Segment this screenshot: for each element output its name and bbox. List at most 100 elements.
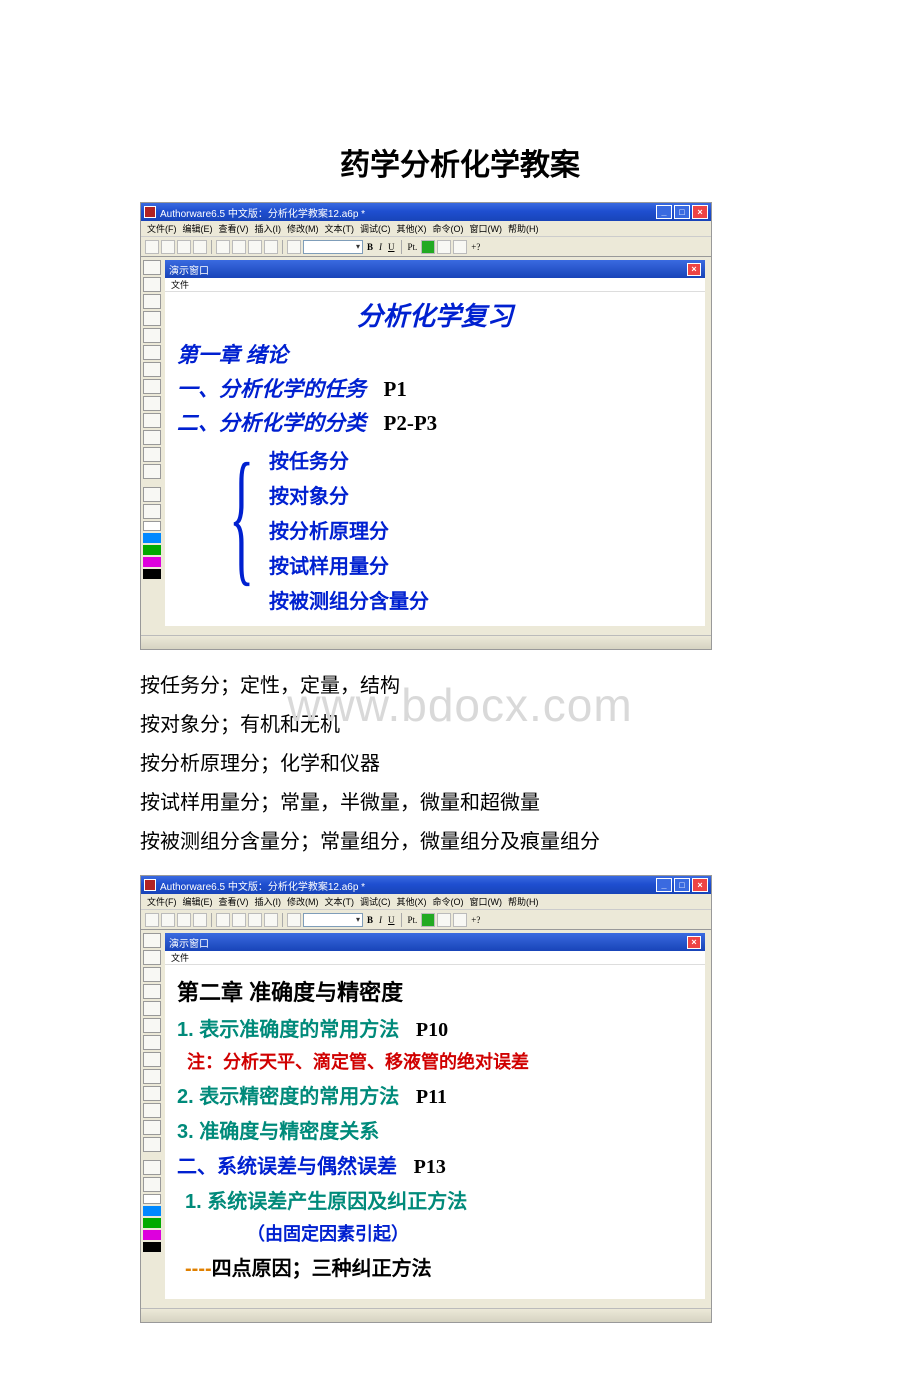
- tb-help-label[interactable]: +?: [471, 242, 480, 252]
- menu-debug[interactable]: 调试(C): [360, 222, 391, 235]
- palette-wait-icon[interactable]: [143, 984, 161, 999]
- palette-calc-icon[interactable]: [143, 1069, 161, 1084]
- tb-play-icon[interactable]: [421, 240, 435, 254]
- palette-sound-icon[interactable]: [143, 447, 161, 462]
- menu-other[interactable]: 其他(X): [397, 895, 427, 908]
- palette-sound-icon[interactable]: [143, 1120, 161, 1135]
- tb-save-icon[interactable]: [177, 240, 191, 254]
- tb-find-icon[interactable]: [287, 913, 301, 927]
- panel-menu-file[interactable]: 文件: [171, 278, 189, 291]
- tb-new-icon[interactable]: [145, 240, 159, 254]
- menu-cmd[interactable]: 命令(O): [433, 222, 464, 235]
- tb-cut-icon[interactable]: [232, 240, 246, 254]
- menu-insert[interactable]: 插入(I): [255, 895, 282, 908]
- menu-window[interactable]: 窗口(W): [470, 222, 503, 235]
- panel-close-button[interactable]: ×: [687, 936, 701, 949]
- palette-framework-icon[interactable]: [143, 345, 161, 360]
- panel-close-button[interactable]: ×: [687, 263, 701, 276]
- font-style-combo[interactable]: [303, 240, 363, 254]
- palette-display-icon[interactable]: [143, 260, 161, 275]
- menu-help[interactable]: 帮助(H): [508, 222, 539, 235]
- tb-undo-icon[interactable]: [216, 240, 230, 254]
- palette-motion-icon[interactable]: [143, 950, 161, 965]
- tb-undo-icon[interactable]: [216, 913, 230, 927]
- palette-start-icon[interactable]: [143, 487, 161, 502]
- palette-nav-icon[interactable]: [143, 1001, 161, 1016]
- menu-text[interactable]: 文本(T): [325, 895, 355, 908]
- tb-find-icon[interactable]: [287, 240, 301, 254]
- swatch-icon[interactable]: [143, 1218, 161, 1228]
- tb-var-icon[interactable]: [453, 240, 467, 254]
- swatch-icon[interactable]: [143, 533, 161, 543]
- palette-movie-icon[interactable]: [143, 430, 161, 445]
- palette-stop-icon[interactable]: [143, 504, 161, 519]
- swatch-icon[interactable]: [143, 1206, 161, 1216]
- menu-cmd[interactable]: 命令(O): [433, 895, 464, 908]
- tb-help-label[interactable]: +?: [471, 915, 480, 925]
- palette-interaction-icon[interactable]: [143, 1052, 161, 1067]
- menu-edit[interactable]: 编辑(E): [183, 222, 213, 235]
- menu-edit[interactable]: 编辑(E): [183, 895, 213, 908]
- palette-interaction-icon[interactable]: [143, 379, 161, 394]
- menu-modify[interactable]: 修改(M): [287, 895, 319, 908]
- tb-open-icon[interactable]: [161, 913, 175, 927]
- tb-open-icon[interactable]: [161, 240, 175, 254]
- palette-start-icon[interactable]: [143, 1160, 161, 1175]
- palette-decision-icon[interactable]: [143, 362, 161, 377]
- palette-display-icon[interactable]: [143, 933, 161, 948]
- tb-print-icon[interactable]: [193, 913, 207, 927]
- tb-paste-icon[interactable]: [264, 240, 278, 254]
- menu-file[interactable]: 文件(F): [147, 895, 177, 908]
- tb-debug-icon[interactable]: [437, 913, 451, 927]
- palette-motion-icon[interactable]: [143, 277, 161, 292]
- menu-view[interactable]: 查看(V): [219, 895, 249, 908]
- tb-play-icon[interactable]: [421, 913, 435, 927]
- tb-save-icon[interactable]: [177, 913, 191, 927]
- minimize-button[interactable]: _: [656, 878, 672, 892]
- tb-new-icon[interactable]: [145, 913, 159, 927]
- tb-cut-icon[interactable]: [232, 913, 246, 927]
- menu-insert[interactable]: 插入(I): [255, 222, 282, 235]
- italic-icon[interactable]: I: [379, 915, 382, 925]
- palette-erase-icon[interactable]: [143, 294, 161, 309]
- palette-erase-icon[interactable]: [143, 967, 161, 982]
- menu-text[interactable]: 文本(T): [325, 222, 355, 235]
- swatch-icon[interactable]: [143, 1242, 161, 1252]
- underline-icon[interactable]: U: [388, 915, 395, 925]
- swatch-icon[interactable]: [143, 557, 161, 567]
- swatch-icon[interactable]: [143, 1194, 161, 1204]
- underline-icon[interactable]: U: [388, 242, 395, 252]
- maximize-button[interactable]: □: [674, 878, 690, 892]
- palette-stop-icon[interactable]: [143, 1177, 161, 1192]
- menu-file[interactable]: 文件(F): [147, 222, 177, 235]
- palette-map-icon[interactable]: [143, 1086, 161, 1101]
- menu-view[interactable]: 查看(V): [219, 222, 249, 235]
- swatch-icon[interactable]: [143, 545, 161, 555]
- menu-other[interactable]: 其他(X): [397, 222, 427, 235]
- menu-help[interactable]: 帮助(H): [508, 895, 539, 908]
- bold-icon[interactable]: B: [367, 915, 373, 925]
- panel-menu-file[interactable]: 文件: [171, 951, 189, 964]
- palette-video-icon[interactable]: [143, 464, 161, 479]
- font-style-combo[interactable]: [303, 913, 363, 927]
- menu-window[interactable]: 窗口(W): [470, 895, 503, 908]
- close-button[interactable]: ×: [692, 205, 708, 219]
- swatch-icon[interactable]: [143, 569, 161, 579]
- tb-var-icon[interactable]: [453, 913, 467, 927]
- tb-print-icon[interactable]: [193, 240, 207, 254]
- swatch-icon[interactable]: [143, 521, 161, 531]
- palette-calc-icon[interactable]: [143, 396, 161, 411]
- close-button[interactable]: ×: [692, 878, 708, 892]
- palette-map-icon[interactable]: [143, 413, 161, 428]
- palette-nav-icon[interactable]: [143, 328, 161, 343]
- minimize-button[interactable]: _: [656, 205, 672, 219]
- menu-modify[interactable]: 修改(M): [287, 222, 319, 235]
- tb-paste-icon[interactable]: [264, 913, 278, 927]
- palette-wait-icon[interactable]: [143, 311, 161, 326]
- palette-decision-icon[interactable]: [143, 1035, 161, 1050]
- bold-icon[interactable]: B: [367, 242, 373, 252]
- menu-debug[interactable]: 调试(C): [360, 895, 391, 908]
- palette-framework-icon[interactable]: [143, 1018, 161, 1033]
- tb-copy-icon[interactable]: [248, 240, 262, 254]
- tb-copy-icon[interactable]: [248, 913, 262, 927]
